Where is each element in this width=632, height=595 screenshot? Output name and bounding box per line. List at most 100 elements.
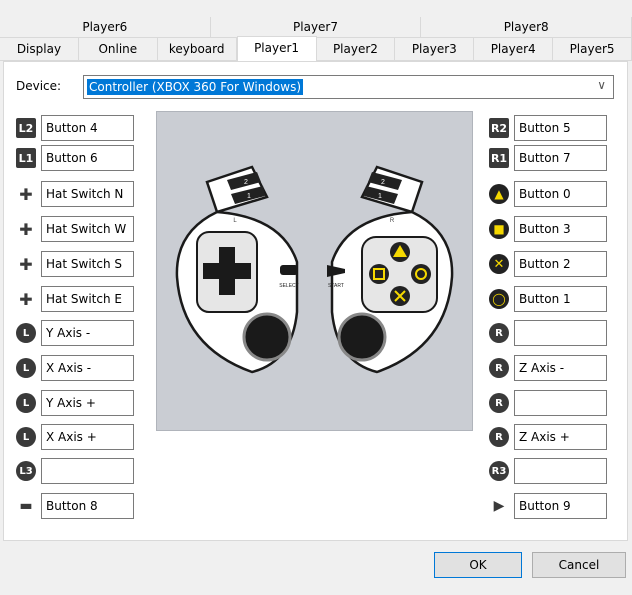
binding-field-rstick-up[interactable] xyxy=(514,320,607,346)
l1-icon: L1 xyxy=(16,148,36,168)
binding-row-rstick-right: R Z Axis + xyxy=(489,424,607,450)
binding-row-hat-left: ✚ Hat Switch W xyxy=(16,216,134,242)
binding-row-triangle: ▲ Button 0 xyxy=(489,181,607,207)
binding-field-r2[interactable]: Button 5 xyxy=(514,115,607,141)
binding-field-circle[interactable]: Button 1 xyxy=(514,286,607,312)
hat-down-icon: ✚ xyxy=(19,254,33,274)
right-stick-down-icon: R xyxy=(489,393,509,413)
circle-button xyxy=(411,264,431,284)
binding-field-l1[interactable]: Button 6 xyxy=(41,145,134,171)
binding-row-hat-down: ✚ Hat Switch S xyxy=(16,251,134,277)
binding-field-cross[interactable]: Button 2 xyxy=(514,251,607,277)
left-stick-right-icon: L xyxy=(16,427,36,447)
right-stick-left-icon: R xyxy=(489,358,509,378)
tab-player2[interactable]: Player2 xyxy=(316,38,396,61)
r1-icon: R1 xyxy=(489,148,509,168)
start-label: START xyxy=(328,283,344,289)
binding-row-lstick-down: L Y Axis + xyxy=(16,390,134,416)
binding-row-hat-right: ✚ Hat Switch E xyxy=(16,286,134,312)
binding-row-rstick-up: R xyxy=(489,320,607,346)
gamepad-illustration: 2 1 2 1 L R SELECT START xyxy=(175,165,454,374)
binding-row-rstick-down: R xyxy=(489,390,607,416)
tab-row-bottom: Display Online keyboard Player1 Player2 … xyxy=(0,36,632,61)
left-stick-down-icon: L xyxy=(16,393,36,413)
binding-row-square: ■ Button 3 xyxy=(489,216,607,242)
binding-field-hat-up[interactable]: Hat Switch N xyxy=(41,181,134,207)
tab-player6[interactable]: Player6 xyxy=(0,17,211,38)
binding-row-lstick-up: L Y Axis - xyxy=(16,320,134,346)
tab-player3[interactable]: Player3 xyxy=(395,38,475,61)
r3-icon: R3 xyxy=(489,461,509,481)
gamepad-area: 2 1 2 1 L R SELECT START xyxy=(156,111,473,431)
tab-display[interactable]: Display xyxy=(0,38,79,61)
square-button-icon: ■ xyxy=(489,219,509,239)
tab-online[interactable]: Online xyxy=(78,38,158,61)
select-button-icon: ▬ xyxy=(19,498,33,514)
binding-row-r2: R2 Button 5 xyxy=(489,115,607,141)
binding-row-l1: L1 Button 6 xyxy=(16,145,134,171)
binding-field-start[interactable]: Button 9 xyxy=(514,493,607,519)
binding-field-select[interactable]: Button 8 xyxy=(41,493,134,519)
binding-row-l3: L3 xyxy=(16,458,134,484)
binding-field-l2[interactable]: Button 4 xyxy=(41,115,134,141)
binding-field-lstick-down[interactable]: Y Axis + xyxy=(41,390,134,416)
tab-row-top: Player6 Player7 Player8 xyxy=(0,17,632,38)
binding-row-cross: ✕ Button 2 xyxy=(489,251,607,277)
left-stick-up-icon: L xyxy=(16,323,36,343)
left-stick-left-icon: L xyxy=(16,358,36,378)
r2-label: 2 xyxy=(381,179,385,186)
l2-label: 2 xyxy=(244,179,248,186)
binding-row-lstick-right: L X Axis + xyxy=(16,424,134,450)
device-value: Controller (XBOX 360 For Windows) xyxy=(87,79,304,95)
binding-field-hat-left[interactable]: Hat Switch W xyxy=(41,216,134,242)
tab-player4[interactable]: Player4 xyxy=(474,38,554,61)
r1-label: 1 xyxy=(378,193,382,200)
binding-field-r1[interactable]: Button 7 xyxy=(514,145,607,171)
hat-left-icon: ✚ xyxy=(19,219,33,239)
right-stick-up-icon: R xyxy=(489,323,509,343)
tab-keyboard[interactable]: keyboard xyxy=(157,38,237,61)
binding-field-lstick-up[interactable]: Y Axis - xyxy=(41,320,134,346)
tab-player1[interactable]: Player1 xyxy=(236,36,317,61)
binding-field-hat-down[interactable]: Hat Switch S xyxy=(41,251,134,277)
chevron-down-icon: ∨ xyxy=(597,78,606,92)
binding-row-select: ▬ Button 8 xyxy=(16,493,134,519)
l1-label: 1 xyxy=(247,193,251,200)
device-select[interactable]: Controller (XBOX 360 For Windows) ∨ xyxy=(83,75,614,99)
binding-field-lstick-right[interactable]: X Axis + xyxy=(41,424,134,450)
binding-row-rstick-left: R Z Axis - xyxy=(489,355,607,381)
binding-field-square[interactable]: Button 3 xyxy=(514,216,607,242)
device-label: Device: xyxy=(16,79,62,93)
binding-field-rstick-right[interactable]: Z Axis + xyxy=(514,424,607,450)
ok-button[interactable]: OK xyxy=(434,552,522,578)
binding-row-l2: L2 Button 4 xyxy=(16,115,134,141)
binding-field-lstick-left[interactable]: X Axis - xyxy=(41,355,134,381)
binding-field-r3[interactable] xyxy=(514,458,607,484)
l3-icon: L3 xyxy=(16,461,36,481)
binding-row-r1: R1 Button 7 xyxy=(489,145,607,171)
binding-row-lstick-left: L X Axis - xyxy=(16,355,134,381)
binding-field-hat-right[interactable]: Hat Switch E xyxy=(41,286,134,312)
tab-player8[interactable]: Player8 xyxy=(421,17,632,38)
cancel-button[interactable]: Cancel xyxy=(532,552,626,578)
binding-field-l3[interactable] xyxy=(41,458,134,484)
select-label: SELECT xyxy=(279,283,298,289)
binding-row-circle: ◯ Button 1 xyxy=(489,286,607,312)
binding-row-start: ▶ Button 9 xyxy=(489,493,607,519)
binding-field-triangle[interactable]: Button 0 xyxy=(514,181,607,207)
hat-right-icon: ✚ xyxy=(19,289,33,309)
triangle-button-icon: ▲ xyxy=(489,184,509,204)
left-analog-stick xyxy=(242,312,292,362)
square-button xyxy=(369,264,389,284)
cross-button-icon: ✕ xyxy=(489,254,509,274)
binding-row-hat-up: ✚ Hat Switch N xyxy=(16,181,134,207)
select-button xyxy=(280,265,298,275)
binding-field-rstick-left[interactable]: Z Axis - xyxy=(514,355,607,381)
hat-up-icon: ✚ xyxy=(19,184,33,204)
start-button-icon: ▶ xyxy=(493,498,505,514)
tab-player5[interactable]: Player5 xyxy=(553,38,632,61)
binding-field-rstick-down[interactable] xyxy=(514,390,607,416)
right-analog-stick xyxy=(337,312,387,362)
r2-icon: R2 xyxy=(489,118,509,138)
tab-player7[interactable]: Player7 xyxy=(210,17,422,38)
